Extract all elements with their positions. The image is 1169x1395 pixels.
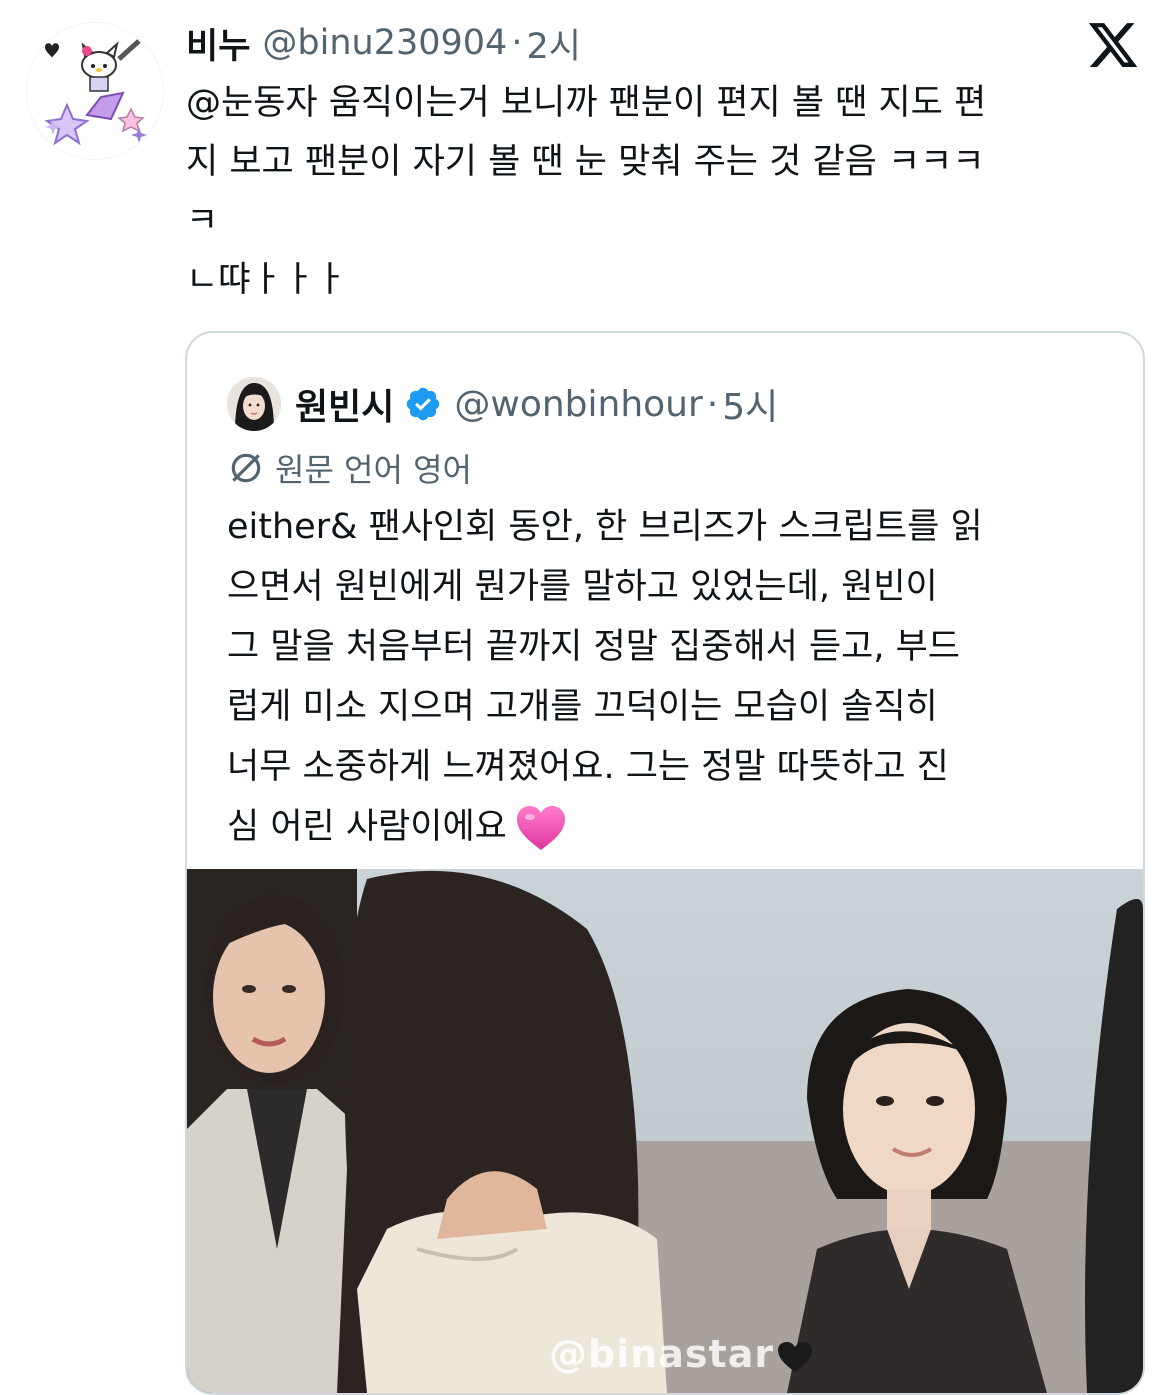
media-photo <box>187 869 1143 1393</box>
tweet-header: 비누 @binu230904 · 2시 <box>186 18 581 68</box>
user-avatar[interactable] <box>26 22 164 160</box>
media-watermark: @binastar <box>549 1332 814 1376</box>
quoted-text-line: 너무 소중하게 느껴졌어요. 그는 정말 따뜻하고 진 <box>227 747 949 787</box>
avatar-sticker-image <box>27 23 163 159</box>
quoted-tweet-timestamp[interactable]: 5시 <box>722 378 778 430</box>
quoted-tweet-card[interactable]: 원빈시 @wonbinhour · 5시 원문 언어 영어 either& 팬사… <box>185 331 1145 1395</box>
quoted-tweet-media[interactable]: @binastar <box>187 869 1143 1393</box>
quoted-text-line: either& 팬사인회 동안, 한 브리즈가 스크립트를 읽 <box>227 507 983 547</box>
tweet-text: @눈동자 움직이는거 보니까 팬분이 편지 볼 땐 지도 편 지 보고 팬분이 … <box>186 74 1126 310</box>
verified-badge-icon <box>407 387 440 421</box>
tweet-timestamp[interactable]: 2시 <box>526 18 580 69</box>
x-logo-icon[interactable] <box>1086 18 1140 72</box>
author-handle[interactable]: @binu230904 <box>262 23 507 63</box>
quoted-text-line: 으면서 원빈에게 뭔가를 말하고 있었는데, 원빈이 <box>227 567 938 607</box>
quoted-author-display-name[interactable]: 원빈시 <box>295 378 394 430</box>
quoted-tweet-text: either& 팬사인회 동안, 한 브리즈가 스크립트를 읽 으면서 원빈에게… <box>227 497 1127 857</box>
quoted-tweet-header: 원빈시 @wonbinhour · 5시 <box>227 375 778 433</box>
tweet-text-line: ㅋ <box>186 201 219 241</box>
translation-label: 원문 언어 영어 <box>275 451 472 489</box>
quoted-text-last-words: 심 어린 사람이에요 <box>227 807 507 847</box>
tweet-text-line: 지 보고 팬분이 자기 볼 땐 눈 맞춰 주는 것 같음 ㅋㅋㅋ <box>186 142 985 182</box>
tweet-text-line: @눈동자 움직이는거 보니까 팬분이 편지 볼 땐 지도 편 <box>186 83 987 123</box>
author-display-name[interactable]: 비누 <box>186 18 250 69</box>
separator-dot: · <box>511 23 523 63</box>
quoted-text-line-last: 심 어린 사람이에요 <box>227 797 1127 857</box>
quoted-author-avatar[interactable] <box>227 377 281 431</box>
separator-dot: · <box>706 383 719 425</box>
pink-heart-icon <box>516 806 565 850</box>
translate-icon <box>231 453 261 483</box>
quoted-author-handle[interactable]: @wonbinhour <box>454 384 702 425</box>
black-heart-icon <box>778 1341 813 1372</box>
quoted-text-line: 그 말을 처음부터 끝까지 정말 집중해서 듣고, 부드 <box>227 627 961 667</box>
watermark-text: @binastar <box>549 1332 775 1376</box>
tweet-text-line: ㄴ땨ㅏㅏㅏ <box>186 260 348 300</box>
quoted-text-line: 럽게 미소 지으며 고개를 끄덕이는 모습이 솔직히 <box>227 687 938 727</box>
translation-notice[interactable]: 원문 언어 영어 <box>227 443 472 493</box>
quoted-avatar-image <box>227 377 281 431</box>
